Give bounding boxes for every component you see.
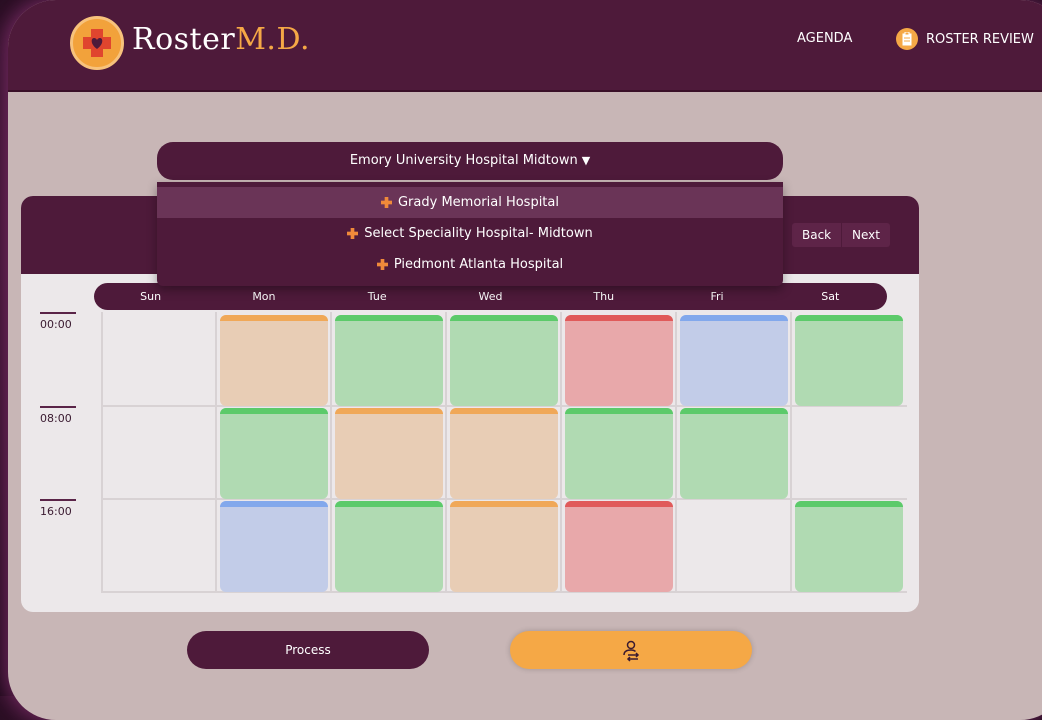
grid-line: [675, 312, 677, 592]
shift-slot-status-bar: [220, 315, 328, 321]
grid-line: [101, 312, 103, 592]
shift-slot-orange[interactable]: [335, 408, 443, 499]
shift-slot-orange[interactable]: [220, 315, 328, 406]
time-label: 00:00: [40, 312, 76, 331]
shift-slot-red[interactable]: [565, 501, 673, 592]
shift-slot-blue[interactable]: [680, 315, 788, 406]
shift-slot-status-bar: [795, 315, 903, 321]
shift-slot-red[interactable]: [565, 315, 673, 406]
grid-line: [790, 312, 792, 592]
hospital-cross-icon: [376, 259, 388, 270]
next-button[interactable]: Next: [842, 223, 890, 247]
back-button[interactable]: Back: [792, 223, 842, 247]
shift-slot-status-bar: [450, 408, 558, 414]
top-navbar: RosterM.D. AGENDA ROSTER REVIEW: [8, 0, 1042, 92]
shift-slot-green[interactable]: [795, 315, 903, 406]
day-label: Sun: [140, 290, 162, 303]
shift-slot-status-bar: [795, 501, 903, 507]
day-label: Wed: [478, 290, 503, 303]
clipboard-icon: [896, 28, 918, 50]
shift-slot-green[interactable]: [220, 408, 328, 499]
shift-slot-status-bar: [680, 408, 788, 414]
hospital-select-value: Emory University Hospital Midtown: [349, 153, 578, 168]
time-label: 16:00: [40, 499, 76, 518]
grid-line: [445, 312, 447, 592]
hospital-cross-icon: [347, 228, 359, 239]
nav-roster-review-link[interactable]: ROSTER REVIEW: [896, 28, 1034, 50]
hospital-dropdown-menu: Grady Memorial Hospital Select Specialit…: [157, 182, 783, 286]
time-label: 08:00: [40, 406, 76, 425]
hospital-option[interactable]: Grady Memorial Hospital: [157, 187, 783, 218]
hospital-option-label: Select Speciality Hospital- Midtown: [364, 226, 593, 241]
shift-slot-orange[interactable]: [450, 501, 558, 592]
shift-slot-green[interactable]: [565, 408, 673, 499]
shift-slot-status-bar: [565, 408, 673, 414]
shift-slot-blue[interactable]: [220, 501, 328, 592]
day-label: Tue: [367, 290, 387, 303]
hospital-cross-icon: [380, 197, 392, 208]
grid-line: [215, 312, 217, 592]
grid-line: [330, 312, 332, 592]
shift-slot-status-bar: [220, 501, 328, 507]
shift-slot-status-bar: [335, 315, 443, 321]
hospital-option-label: Grady Memorial Hospital: [397, 195, 559, 210]
shift-slot-status-bar: [565, 315, 673, 321]
process-button[interactable]: Process: [187, 631, 429, 669]
nav-agenda-link[interactable]: AGENDA: [797, 31, 852, 46]
shift-slot-status-bar: [565, 501, 673, 507]
swap-user-button[interactable]: [510, 631, 752, 669]
user-swap-icon: [623, 640, 640, 662]
nav-roster-review-label: ROSTER REVIEW: [926, 31, 1034, 47]
day-label: Thu: [593, 290, 615, 303]
day-label: Fri: [710, 290, 724, 303]
shift-slot-status-bar: [220, 408, 328, 414]
app-logo-text: RosterM.D.: [132, 22, 310, 57]
shift-slot-green[interactable]: [795, 501, 903, 592]
shift-slot-status-bar: [335, 408, 443, 414]
shift-slot-status-bar: [335, 501, 443, 507]
shift-slot-status-bar: [450, 315, 558, 321]
shift-slot-green[interactable]: [335, 501, 443, 592]
grid-line: [560, 312, 562, 592]
shift-slot-status-bar: [450, 501, 558, 507]
shift-slot-green[interactable]: [335, 315, 443, 406]
day-label: Mon: [252, 290, 276, 303]
logo-accent: M.D.: [235, 22, 310, 57]
shift-slot-orange[interactable]: [450, 408, 558, 499]
shift-slot-green[interactable]: [450, 315, 558, 406]
hospital-option-label: Piedmont Atlanta Hospital: [393, 257, 564, 272]
shift-slot-green[interactable]: [680, 408, 788, 499]
hospital-option[interactable]: Select Speciality Hospital- Midtown: [157, 218, 783, 249]
logo-main: Roster: [132, 22, 236, 57]
caret-down-icon: ▼: [581, 154, 591, 167]
weekday-header: Sun Mon Tue Wed Thu Fri Sat: [94, 283, 887, 310]
hospital-select[interactable]: Emory University Hospital Midtown ▼: [157, 142, 783, 180]
shift-slot-status-bar: [680, 315, 788, 321]
logo-heart-cross-icon: [70, 16, 124, 70]
hospital-option[interactable]: Piedmont Atlanta Hospital: [157, 249, 783, 280]
day-label: Sat: [821, 290, 840, 303]
